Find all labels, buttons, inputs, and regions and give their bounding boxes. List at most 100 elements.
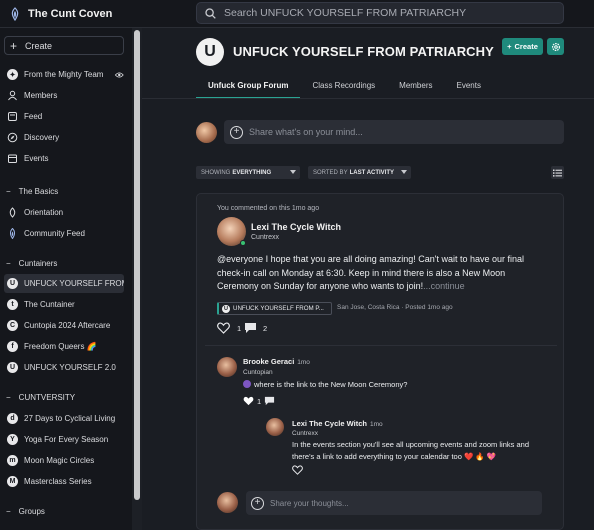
sidebar-item-yoga[interactable]: Y Yoga For Every Season bbox=[4, 430, 124, 449]
tab-class-recordings[interactable]: Class Recordings bbox=[300, 77, 387, 99]
sidebar-item-the-cuntainer[interactable]: t The Cuntainer bbox=[4, 295, 124, 314]
commenter-location: Cuntrexx bbox=[292, 430, 319, 437]
sidebar-item-label: The Cuntainer bbox=[24, 300, 75, 309]
group-avatar: U bbox=[196, 38, 224, 66]
sidebar-item-moon-magic[interactable]: m Moon Magic Circles bbox=[4, 451, 124, 470]
composer-placeholder: Share what's on your mind... bbox=[249, 127, 363, 137]
feed-icon bbox=[8, 112, 17, 121]
tab-members[interactable]: Members bbox=[387, 77, 444, 99]
group-avatar-icon: d bbox=[7, 413, 18, 424]
sidebar-item-label: Orientation bbox=[24, 208, 64, 217]
section-title: Cuntainers bbox=[18, 258, 58, 268]
commenter-name[interactable]: Lexi The Cycle Witch 1mo bbox=[292, 419, 383, 428]
filter-value: EVERYTHING bbox=[232, 169, 272, 176]
sidebar-create-button[interactable]: + Create bbox=[4, 36, 124, 55]
online-indicator bbox=[240, 240, 246, 246]
app-name: The Cunt Coven bbox=[28, 8, 113, 20]
chevron-down-icon bbox=[401, 170, 407, 174]
comment-text: where is the link to the New Moon Ceremo… bbox=[243, 379, 543, 391]
group-avatar-icon: U bbox=[7, 278, 18, 289]
search-placeholder: Search UNFUCK YOURSELF FROM PATRIARCHY bbox=[224, 7, 467, 19]
sidebar-item-freedom-queers[interactable]: f Freedom Queers 🌈 bbox=[4, 337, 124, 356]
like-count: 1 bbox=[237, 323, 242, 333]
comment-body: where is the link to the New Moon Ceremo… bbox=[254, 380, 408, 389]
sidebar-scrollbar[interactable] bbox=[132, 28, 142, 530]
sidebar-item-unfuck-yourself-2[interactable]: U UNFUCK YOURSELF 2.0 bbox=[4, 358, 124, 377]
post-meta: San Jose, Costa Rica · Posted 1mo ago bbox=[337, 304, 453, 311]
filter-prefix: SORTED BY bbox=[313, 169, 348, 176]
section-title: CUNTVERSITY bbox=[18, 392, 76, 402]
sidebar-item-feed[interactable]: Feed bbox=[4, 107, 124, 126]
reply-input[interactable]: + Share your thoughts... bbox=[246, 491, 542, 515]
post-like-button[interactable]: 1 bbox=[217, 322, 241, 334]
section-title: The Basics bbox=[18, 186, 59, 196]
sidebar-item-community-feed[interactable]: Community Feed bbox=[4, 224, 124, 243]
group-tag[interactable]: U UNFUCK YOURSELF FROM P... bbox=[217, 302, 332, 315]
group-tabs: Unfuck Group Forum Class Recordings Memb… bbox=[196, 77, 493, 99]
section-the-basics[interactable]: − The Basics bbox=[4, 184, 58, 198]
sidebar-item-27-days[interactable]: d 27 Days to Cyclical Living bbox=[4, 409, 124, 428]
sidebar-item-label: Discovery bbox=[24, 133, 60, 142]
group-avatar-icon: C bbox=[7, 320, 18, 331]
heart-filled-icon bbox=[243, 396, 254, 406]
leaf-icon bbox=[9, 207, 16, 218]
group-avatar-icon: U bbox=[222, 304, 230, 313]
current-user-avatar[interactable] bbox=[217, 492, 238, 513]
brand[interactable]: The Cunt Coven bbox=[8, 4, 112, 24]
section-groups[interactable]: − Groups bbox=[4, 504, 45, 518]
continue-link[interactable]: ...continue bbox=[423, 281, 465, 291]
post-composer-input[interactable]: + Share what's on your mind... bbox=[224, 120, 564, 144]
add-circle-icon: + bbox=[251, 496, 264, 510]
comment-reply-button[interactable] bbox=[264, 396, 275, 406]
plus-icon: + bbox=[10, 38, 18, 53]
tab-unfuck-group-forum[interactable]: Unfuck Group Forum bbox=[196, 77, 301, 99]
list-view-button[interactable] bbox=[551, 166, 564, 179]
sidebar-item-label: UNFUCK YOURSELF 2.0 bbox=[24, 363, 116, 372]
search-input[interactable]: Search UNFUCK YOURSELF FROM PATRIARCHY bbox=[196, 2, 564, 24]
post-divider bbox=[205, 345, 557, 346]
settings-button[interactable] bbox=[547, 38, 564, 55]
badge-icon bbox=[243, 380, 251, 388]
sidebar-item-masterclass[interactable]: M Masterclass Series bbox=[4, 472, 124, 491]
showing-filter-select[interactable]: SHOWING EVERYTHING bbox=[196, 166, 300, 179]
create-button[interactable]: + Create bbox=[502, 38, 543, 55]
sidebar-item-unfuck-yourself[interactable]: U UNFUCK YOURSELF FROM PATRIARCHY bbox=[4, 274, 124, 293]
group-avatar-icon: m bbox=[7, 455, 18, 466]
like-count: 1 bbox=[257, 396, 262, 406]
comment-like-button[interactable]: 1 bbox=[243, 396, 261, 406]
sidebar-item-orientation[interactable]: Orientation bbox=[4, 203, 124, 222]
search-icon bbox=[205, 7, 216, 19]
sidebar-item-label: Masterclass Series bbox=[24, 477, 92, 486]
sidebar-item-label: Freedom Queers 🌈 bbox=[24, 342, 97, 351]
sidebar-item-members[interactable]: Members bbox=[4, 86, 124, 105]
list-icon bbox=[553, 169, 562, 177]
members-icon bbox=[8, 90, 17, 101]
eye-icon[interactable] bbox=[115, 71, 124, 79]
filter-prefix: SHOWING bbox=[201, 169, 231, 176]
tab-events[interactable]: Events bbox=[445, 77, 493, 99]
sidebar-item-label: Events bbox=[24, 154, 49, 163]
post-comment-button[interactable]: 2 bbox=[244, 322, 267, 334]
sidebar-item-label: Members bbox=[24, 91, 58, 100]
sidebar-item-cuntopia-aftercare[interactable]: C Cuntopia 2024 Aftercare bbox=[4, 316, 124, 335]
commenter-avatar[interactable] bbox=[266, 418, 284, 436]
commenter-name[interactable]: Brooke Geraci 1mo bbox=[243, 357, 310, 366]
section-cuntversity[interactable]: − CUNTVERSITY bbox=[4, 390, 75, 404]
sidebar-item-events[interactable]: Events bbox=[4, 149, 124, 168]
commenter-avatar[interactable] bbox=[217, 357, 237, 377]
sidebar-item-discovery[interactable]: Discovery bbox=[4, 128, 124, 147]
comment-like-button[interactable] bbox=[292, 465, 303, 475]
minus-icon: − bbox=[6, 392, 11, 402]
minus-icon: − bbox=[6, 258, 11, 268]
logo-icon bbox=[9, 228, 16, 239]
group-avatar-icon: f bbox=[7, 341, 18, 352]
group-avatar-icon: t bbox=[7, 299, 18, 310]
sort-filter-select[interactable]: SORTED BY LAST ACTIVITY bbox=[308, 166, 411, 179]
current-user-avatar[interactable] bbox=[196, 122, 217, 143]
section-cuntainers[interactable]: − Cuntainers bbox=[4, 256, 57, 270]
author-name[interactable]: Lexi The Cycle Witch bbox=[251, 222, 341, 232]
sidebar-item-from-team[interactable]: ✦ From the Mighty Team bbox=[4, 65, 124, 84]
sidebar-item-label: UNFUCK YOURSELF FROM PATRIARCHY bbox=[24, 279, 124, 288]
heart-icon bbox=[292, 465, 303, 475]
scrollbar-thumb[interactable] bbox=[134, 30, 140, 500]
